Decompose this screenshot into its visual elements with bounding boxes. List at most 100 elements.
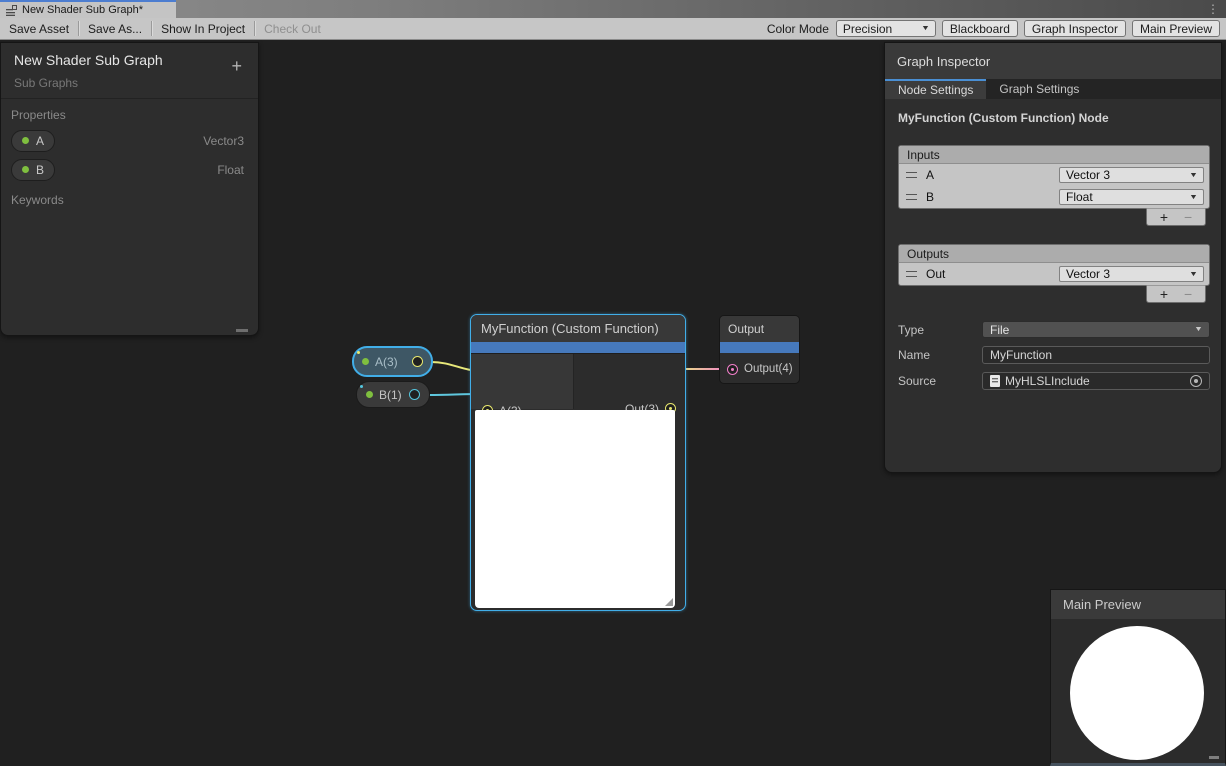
input-b-type-dropdown[interactable]: Float ▼ bbox=[1059, 189, 1204, 205]
property-node-a[interactable]: A(3) bbox=[352, 346, 433, 377]
blackboard-title: New Shader Sub Graph bbox=[14, 52, 246, 68]
preview-resize-handle[interactable] bbox=[1209, 756, 1219, 759]
properties-section-label: Properties bbox=[1, 99, 258, 126]
add-input-button[interactable]: + bbox=[1160, 209, 1168, 225]
file-icon bbox=[990, 375, 1000, 387]
source-value: MyHLSLInclude bbox=[1005, 374, 1090, 388]
input-name: B bbox=[926, 190, 934, 204]
save-asset-button[interactable]: Save Asset bbox=[0, 18, 78, 39]
blackboard-subtitle: Sub Graphs bbox=[14, 76, 246, 90]
blackboard-header: New Shader Sub Graph Sub Graphs + bbox=[1, 43, 258, 99]
keywords-section-label: Keywords bbox=[1, 184, 258, 211]
type-label: Type bbox=[898, 323, 982, 337]
property-node-label: A(3) bbox=[375, 355, 398, 369]
inputs-list-header: Inputs bbox=[899, 146, 1209, 164]
output-type-dropdown[interactable]: Vector 3 ▼ bbox=[1059, 266, 1204, 282]
precision-strip bbox=[720, 342, 799, 353]
port-output-label: Output(4) bbox=[744, 363, 793, 375]
inspector-tabs: Node Settings Graph Settings bbox=[885, 79, 1221, 99]
add-property-button[interactable]: + bbox=[231, 56, 242, 77]
property-b-output-port[interactable] bbox=[409, 389, 420, 400]
property-row-a: A Vector3 bbox=[1, 126, 258, 155]
remove-output-button[interactable]: − bbox=[1184, 286, 1192, 302]
color-mode-dropdown[interactable]: Precision ▼ bbox=[836, 20, 936, 37]
toolbar: Save Asset Save As... Show In Project Ch… bbox=[0, 18, 1226, 40]
source-object-field[interactable]: MyHLSLInclude bbox=[982, 372, 1210, 390]
chevron-down-icon: ▼ bbox=[1189, 194, 1198, 201]
output-node-title: Output bbox=[720, 316, 799, 342]
property-node-b[interactable]: B(1) bbox=[356, 381, 430, 408]
property-pill-a[interactable]: A bbox=[11, 130, 55, 152]
property-a-output-port[interactable] bbox=[412, 356, 423, 367]
object-picker-icon[interactable] bbox=[1190, 375, 1202, 387]
inputs-row-a[interactable]: A Vector 3 ▼ bbox=[899, 164, 1209, 186]
drag-handle-icon[interactable] bbox=[906, 194, 917, 200]
property-row-b: B Float bbox=[1, 155, 258, 184]
add-output-button[interactable]: + bbox=[1160, 286, 1168, 302]
blackboard-resize-handle[interactable] bbox=[236, 329, 248, 332]
outputs-list: Outputs Out Vector 3 ▼ bbox=[898, 244, 1210, 286]
exposed-dot-icon bbox=[22, 166, 29, 173]
inputs-row-b[interactable]: B Float ▼ bbox=[899, 186, 1209, 208]
blackboard-panel: New Shader Sub Graph Sub Graphs + Proper… bbox=[0, 42, 259, 336]
property-name: B bbox=[36, 163, 44, 177]
graph-inspector-toggle-button[interactable]: Graph Inspector bbox=[1024, 20, 1126, 37]
outputs-row-out[interactable]: Out Vector 3 ▼ bbox=[899, 263, 1209, 285]
name-input[interactable]: MyFunction bbox=[982, 346, 1210, 364]
blackboard-toggle-button[interactable]: Blackboard bbox=[942, 20, 1018, 37]
collapse-preview-handle[interactable] bbox=[665, 598, 673, 606]
chevron-down-icon: ▼ bbox=[1189, 172, 1198, 179]
remove-input-button[interactable]: − bbox=[1184, 209, 1192, 225]
outputs-list-footer: + − bbox=[1146, 285, 1206, 303]
color-mode-label: Color Mode bbox=[767, 22, 836, 36]
inputs-list-footer: + − bbox=[1146, 208, 1206, 226]
tab-graph-settings[interactable]: Graph Settings bbox=[986, 79, 1092, 99]
exposed-dot-icon bbox=[366, 391, 373, 398]
function-node-title: MyFunction (Custom Function) bbox=[471, 315, 685, 342]
port-output-input[interactable] bbox=[727, 364, 738, 375]
node-preview bbox=[475, 410, 675, 608]
shader-graph-icon bbox=[6, 5, 17, 16]
input-a-type-dropdown[interactable]: Vector 3 ▼ bbox=[1059, 167, 1204, 183]
property-pill-b[interactable]: B bbox=[11, 159, 55, 181]
property-type: Vector3 bbox=[203, 134, 244, 148]
output-type-value: Vector 3 bbox=[1066, 267, 1110, 281]
property-name: A bbox=[36, 134, 44, 148]
main-preview-panel: Main Preview bbox=[1050, 589, 1226, 766]
name-value: MyFunction bbox=[990, 348, 1052, 362]
output-name: Out bbox=[926, 267, 945, 281]
chevron-down-icon: ▼ bbox=[1194, 326, 1203, 333]
show-in-project-button[interactable]: Show In Project bbox=[152, 18, 254, 39]
main-preview-toggle-button[interactable]: Main Preview bbox=[1132, 20, 1220, 37]
inspector-title: Graph Inspector bbox=[885, 43, 1221, 79]
name-label: Name bbox=[898, 348, 982, 362]
name-field-row: Name MyFunction bbox=[898, 346, 1210, 364]
toolbar-right-group: Color Mode Precision ▼ Blackboard Graph … bbox=[767, 20, 1226, 37]
drag-handle-icon[interactable] bbox=[906, 172, 917, 178]
outputs-list-header: Outputs bbox=[899, 245, 1209, 263]
tab-node-settings[interactable]: Node Settings bbox=[885, 79, 986, 99]
precision-strip bbox=[471, 342, 685, 353]
graph-inspector-panel: Graph Inspector Node Settings Graph Sett… bbox=[884, 42, 1222, 473]
tab-new-shader-sub-graph[interactable]: New Shader Sub Graph* bbox=[0, 0, 176, 18]
main-preview-title: Main Preview bbox=[1051, 590, 1225, 619]
output-node[interactable]: Output Output(4) bbox=[719, 315, 800, 384]
tab-title: New Shader Sub Graph* bbox=[22, 4, 143, 16]
input-name: A bbox=[926, 168, 934, 182]
drag-handle-icon[interactable] bbox=[906, 271, 917, 277]
type-value: File bbox=[990, 323, 1009, 337]
custom-function-node[interactable]: MyFunction (Custom Function) A(3) B(1) O… bbox=[470, 314, 686, 611]
property-type: Float bbox=[217, 163, 244, 177]
type-dropdown[interactable]: File ▼ bbox=[982, 321, 1210, 338]
exposed-dot-icon bbox=[22, 137, 29, 144]
source-label: Source bbox=[898, 374, 982, 388]
property-node-label: B(1) bbox=[379, 388, 402, 402]
exposed-dot-icon bbox=[362, 358, 369, 365]
source-field-row: Source MyHLSLInclude bbox=[898, 372, 1210, 390]
function-node-ports: A(3) B(1) Out(3) bbox=[471, 353, 685, 408]
shader-preview-sphere[interactable] bbox=[1070, 626, 1204, 760]
save-as-button[interactable]: Save As... bbox=[79, 18, 151, 39]
kebab-menu-icon[interactable]: ⋮ bbox=[1207, 0, 1219, 18]
type-field-row: Type File ▼ bbox=[898, 321, 1210, 338]
tab-bar: New Shader Sub Graph* ⋮ bbox=[0, 0, 1226, 18]
